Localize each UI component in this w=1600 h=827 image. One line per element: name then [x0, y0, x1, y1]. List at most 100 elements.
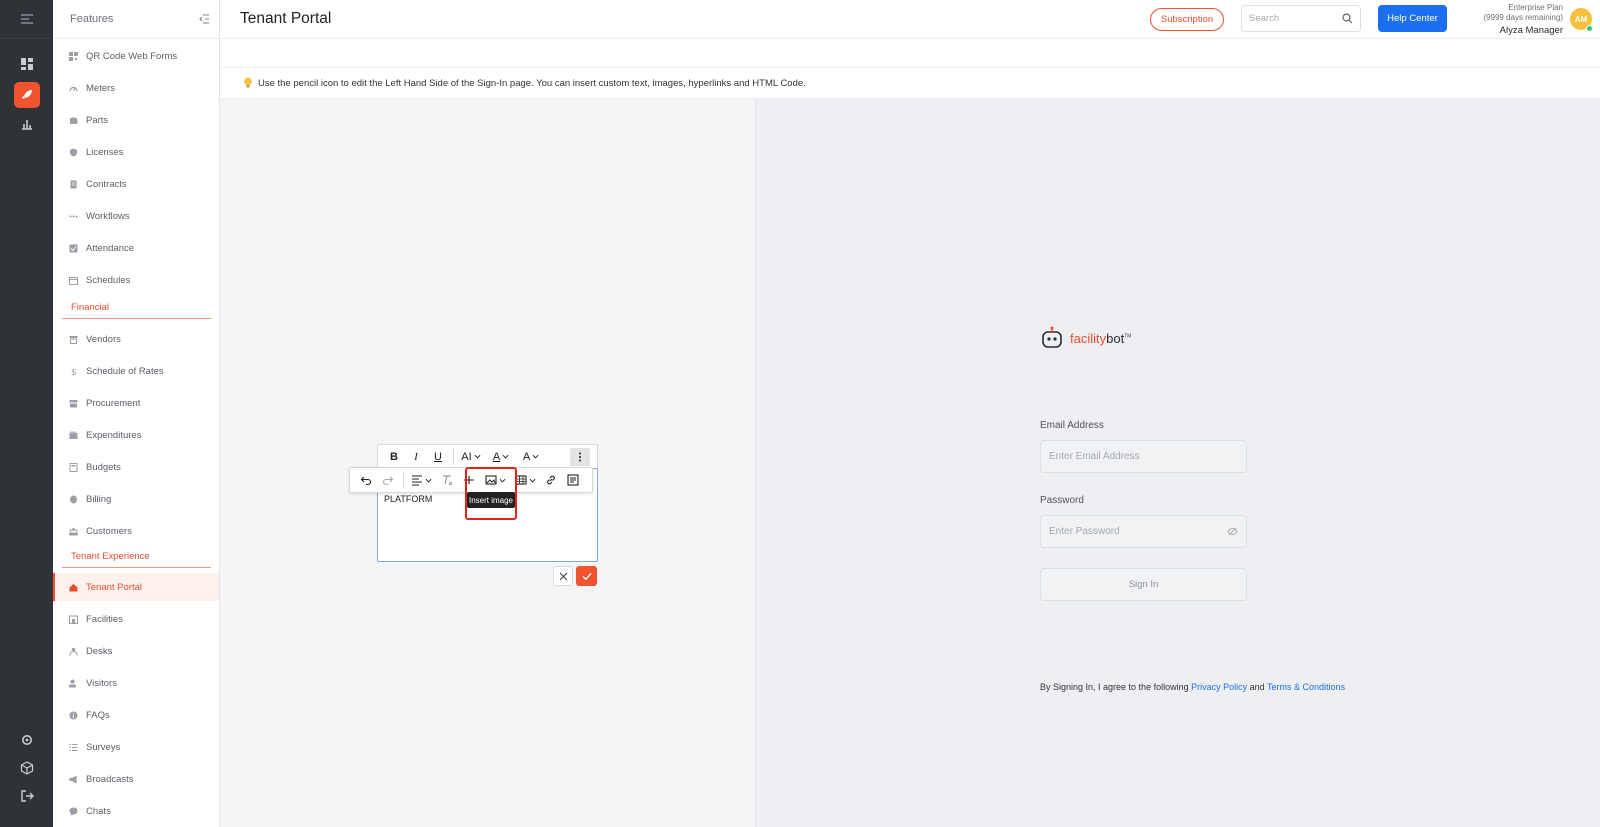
sidebar-item-facilities[interactable]: Facilities [53, 606, 219, 632]
section-tenant-experience: Tenant Experience [62, 546, 211, 568]
rail-dashboard-button[interactable] [14, 51, 40, 77]
confirm-edit-button[interactable] [576, 566, 597, 586]
link-icon [547, 475, 555, 485]
facilitybot-logo: facilitybotTM [1040, 326, 1131, 350]
sidebar-item-surveys[interactable]: Surveys [53, 734, 219, 760]
sidebar-item-expenditures[interactable]: Expenditures [53, 422, 219, 448]
store-icon [68, 334, 78, 344]
font-size-dropdown[interactable]: AI [457, 448, 485, 466]
top-header: Tenant Portal Subscription Help Center E… [220, 0, 1600, 39]
text-color-dropdown[interactable]: A [487, 448, 515, 466]
online-status-dot [1586, 25, 1593, 32]
sidebar-item-label: Tenant Portal [86, 581, 142, 593]
info-icon [68, 710, 78, 720]
subscription-button[interactable]: Subscription [1150, 8, 1224, 31]
code-view-button[interactable] [563, 471, 583, 489]
sidebar-item-label: QR Code Web Forms [86, 50, 178, 62]
sidebar-item-procurement[interactable]: Procurement [53, 390, 219, 416]
check-icon [68, 243, 78, 253]
shield-icon [68, 147, 78, 157]
sidebar-item-tenant-portal[interactable]: Tenant Portal [53, 573, 219, 601]
eye-off-icon[interactable] [1227, 527, 1238, 536]
text-color-label: A [492, 450, 501, 463]
sidebar-item-label: Meters [86, 82, 116, 94]
rocket-icon [22, 90, 32, 99]
email-field-wrapper [1040, 440, 1247, 473]
undo-icon [360, 476, 372, 486]
sidebar-item-schedules[interactable]: Schedules [53, 267, 219, 293]
sidebar-item-schedule-of-rates[interactable]: $ Schedule of Rates [53, 358, 219, 384]
sidebar-item-customers[interactable]: Customers [53, 518, 219, 544]
rail-features-button[interactable] [14, 82, 40, 108]
rail-logout-button[interactable] [14, 783, 40, 809]
sidebar-item-label: Attendance [86, 242, 135, 254]
sidebar-item-label: Schedules [86, 274, 131, 286]
rail-reports-button[interactable] [14, 111, 40, 137]
sidebar-item-label: Desks [86, 645, 113, 657]
font-size-label: AI [461, 450, 472, 463]
trademark: TM [1124, 333, 1132, 340]
brand-name: facilitybotTM [1070, 331, 1131, 346]
insert-link-button[interactable] [541, 471, 561, 489]
sidebar-item-label: Schedule of Rates [86, 365, 164, 377]
brand-part-1: facility [1070, 330, 1107, 346]
sidebar-item-contracts[interactable]: Contracts [53, 171, 219, 197]
redo-button[interactable] [378, 471, 398, 489]
menu-icon [20, 14, 33, 24]
more-options-button[interactable] [570, 448, 590, 466]
agreement-prefix: By Signing In, I agree to the following [1040, 682, 1189, 692]
bold-button[interactable]: B [384, 448, 404, 466]
align-dropdown[interactable] [407, 471, 435, 489]
sidebar-item-label: Parts [86, 114, 109, 126]
editor-content[interactable]: PLATFORM [384, 494, 432, 504]
sidebar-title: Features [70, 13, 114, 25]
rail-settings-button[interactable] [14, 727, 40, 753]
text-style-dropdown[interactable]: A [517, 448, 545, 466]
undo-button[interactable] [356, 471, 376, 489]
close-icon [559, 572, 567, 580]
sidebar-item-chats[interactable]: Chats [53, 798, 219, 824]
sign-in-button[interactable]: Sign In [1040, 568, 1247, 601]
sidebar-item-faqs[interactable]: FAQs [53, 702, 219, 728]
underline-button[interactable]: U [428, 448, 448, 466]
email-field[interactable] [1049, 451, 1219, 462]
dashboard-icon [21, 58, 33, 70]
gear-icon [22, 735, 32, 745]
brand-part-2: bot [1106, 330, 1125, 346]
sidebar-item-vendors[interactable]: Vendors [53, 326, 219, 352]
rail-modules-button[interactable] [14, 755, 40, 781]
sidebar-item-billing[interactable]: Billing [53, 486, 219, 512]
chevron-down-icon [532, 454, 539, 459]
search-input[interactable] [1249, 13, 1339, 24]
sidebar-item-label: Billing [86, 493, 112, 505]
vertical-dots-icon [579, 452, 581, 462]
info-bar: Use the pencil icon to edit the Left Han… [220, 68, 1600, 99]
search-icon[interactable] [1342, 13, 1353, 24]
sidebar-item-meters[interactable]: Meters [53, 75, 219, 101]
privacy-policy-link[interactable]: Privacy Policy [1191, 682, 1247, 692]
sidebar-item-label: Budgets [86, 461, 121, 473]
sidebar-item-workflows[interactable]: Workflows [53, 203, 219, 229]
sidebar-item-parts[interactable]: Parts [53, 107, 219, 133]
qr-icon [68, 51, 78, 61]
agreement-and: and [1249, 682, 1265, 692]
italic-button[interactable]: I [406, 448, 426, 466]
terms-conditions-link[interactable]: Terms & Conditions [1267, 682, 1345, 692]
user-name[interactable]: Alyza Manager [1445, 26, 1563, 36]
sidebar-item-desks[interactable]: Desks [53, 638, 219, 664]
sidebar-item-budgets[interactable]: Budgets [53, 454, 219, 480]
sidebar-item-licenses[interactable]: Licenses [53, 139, 219, 165]
password-field[interactable] [1049, 526, 1219, 537]
collapse-sidebar-button[interactable] [197, 12, 211, 26]
redo-icon [382, 476, 394, 486]
cancel-edit-button[interactable] [553, 566, 573, 586]
sidebar-item-broadcasts[interactable]: Broadcasts [53, 766, 219, 792]
sidebar-item-visitors[interactable]: Visitors [53, 670, 219, 696]
sidebar-item-attendance[interactable]: Attendance [53, 235, 219, 261]
menu-toggle[interactable] [0, 0, 53, 39]
help-center-button[interactable]: Help Center [1378, 5, 1447, 32]
features-sidebar: Features QR Code Web Forms Meters Parts … [53, 0, 220, 827]
clear-format-button[interactable] [437, 471, 457, 489]
sidebar-item-qr-code-web-forms[interactable]: QR Code Web Forms [53, 43, 219, 69]
plan-name: Enterprise Plan [1508, 3, 1563, 12]
